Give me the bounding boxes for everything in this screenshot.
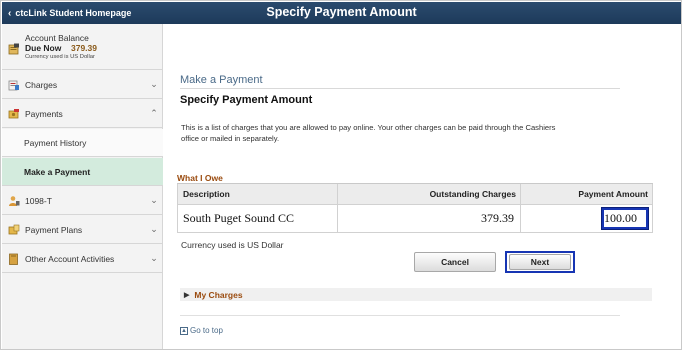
payment-amount-cell: 100.00 [521, 205, 652, 232]
table-header: Description Outstanding Charges Payment … [178, 184, 652, 205]
account-balance-panel[interactable]: Account Balance Due Now 379.39 Currency … [2, 24, 163, 70]
row-description: South Puget Sound CC [178, 205, 338, 232]
sidebar-item-other-account-activities[interactable]: Other Account Activities ⌄ [2, 245, 163, 273]
my-charges-toggle[interactable]: ▶ My Charges [180, 288, 652, 301]
account-balance-icon [8, 43, 19, 55]
my-charges-label: My Charges [194, 289, 243, 300]
payment-amount-input[interactable]: 100.00 [601, 207, 649, 230]
payments-icon [8, 108, 19, 118]
section-divider [180, 88, 620, 89]
currency-text: Currency used is US Dollar [181, 240, 284, 250]
column-header-description: Description [178, 184, 338, 204]
sidebar-subitem-payment-history[interactable]: Payment History [2, 129, 163, 157]
sidebar-item-label: Other Account Activities [25, 253, 115, 264]
chevron-down-icon: ⌄ [150, 79, 158, 89]
cancel-button[interactable]: Cancel [414, 252, 496, 272]
next-button[interactable]: Next [509, 254, 571, 270]
due-now-amount: 379.39 [71, 43, 97, 53]
chevron-down-icon: ⌄ [150, 224, 158, 234]
currency-note: Currency used is US Dollar [25, 54, 95, 60]
sidebar-item-label: Payments [25, 108, 63, 119]
sidebar-item-payments[interactable]: Payments ⌃ [2, 100, 163, 128]
go-to-top-link[interactable]: ▲ Go to top [180, 326, 223, 335]
main-content: Make a Payment Specify Payment Amount Th… [164, 24, 682, 349]
chevron-down-icon: ⌄ [150, 195, 158, 205]
charges-table: Description Outstanding Charges Payment … [177, 184, 653, 233]
arrow-up-icon: ▲ [180, 326, 188, 335]
top-bar: ‹ ctcLink Student Homepage Specify Payme… [2, 2, 681, 24]
sidebar-item-label: 1098-T [25, 195, 52, 206]
instructions-text: This is a list of charges that you are a… [181, 123, 556, 143]
page-title: Specify Payment Amount [266, 5, 417, 19]
sidebar-item-label: Charges [25, 79, 58, 90]
account-balance-title: Account Balance [25, 33, 89, 43]
sidebar-item-1098-t[interactable]: 1098-T ⌄ [2, 187, 163, 215]
sidebar-item-label: Payment Plans [25, 224, 83, 235]
charges-icon [8, 80, 19, 90]
due-now-label: Due Now [25, 43, 62, 53]
sidebar-item-payment-plans[interactable]: Payment Plans ⌄ [2, 216, 163, 244]
sidebar: Account Balance Due Now 379.39 Currency … [2, 24, 163, 349]
app-frame: ‹ ctcLink Student Homepage Specify Payme… [0, 0, 682, 350]
column-header-payment-amount: Payment Amount [578, 189, 648, 199]
next-button-highlight: Next [505, 251, 575, 273]
column-header-outstanding-charges: Outstanding Charges [338, 184, 521, 204]
folder-icon [9, 253, 18, 265]
row-outstanding-charges: 379.39 [338, 205, 521, 232]
chevron-down-icon: ⌄ [150, 253, 158, 263]
person-icon [9, 195, 20, 206]
sidebar-subitem-make-a-payment[interactable]: Make a Payment [2, 158, 163, 186]
go-to-top-label: Go to top [190, 326, 223, 335]
what-i-owe-label: What I Owe [177, 173, 223, 183]
expand-triangle-icon: ▶ [184, 291, 190, 299]
table-row: South Puget Sound CC 379.39 100.00 [178, 205, 652, 232]
section-title: Make a Payment [180, 74, 263, 86]
bottom-divider [180, 315, 620, 316]
chevron-up-icon: ⌃ [150, 108, 158, 118]
payment-plans-icon [8, 224, 20, 234]
page-heading: Specify Payment Amount [180, 94, 313, 106]
sidebar-item-charges[interactable]: Charges ⌄ [2, 71, 163, 99]
